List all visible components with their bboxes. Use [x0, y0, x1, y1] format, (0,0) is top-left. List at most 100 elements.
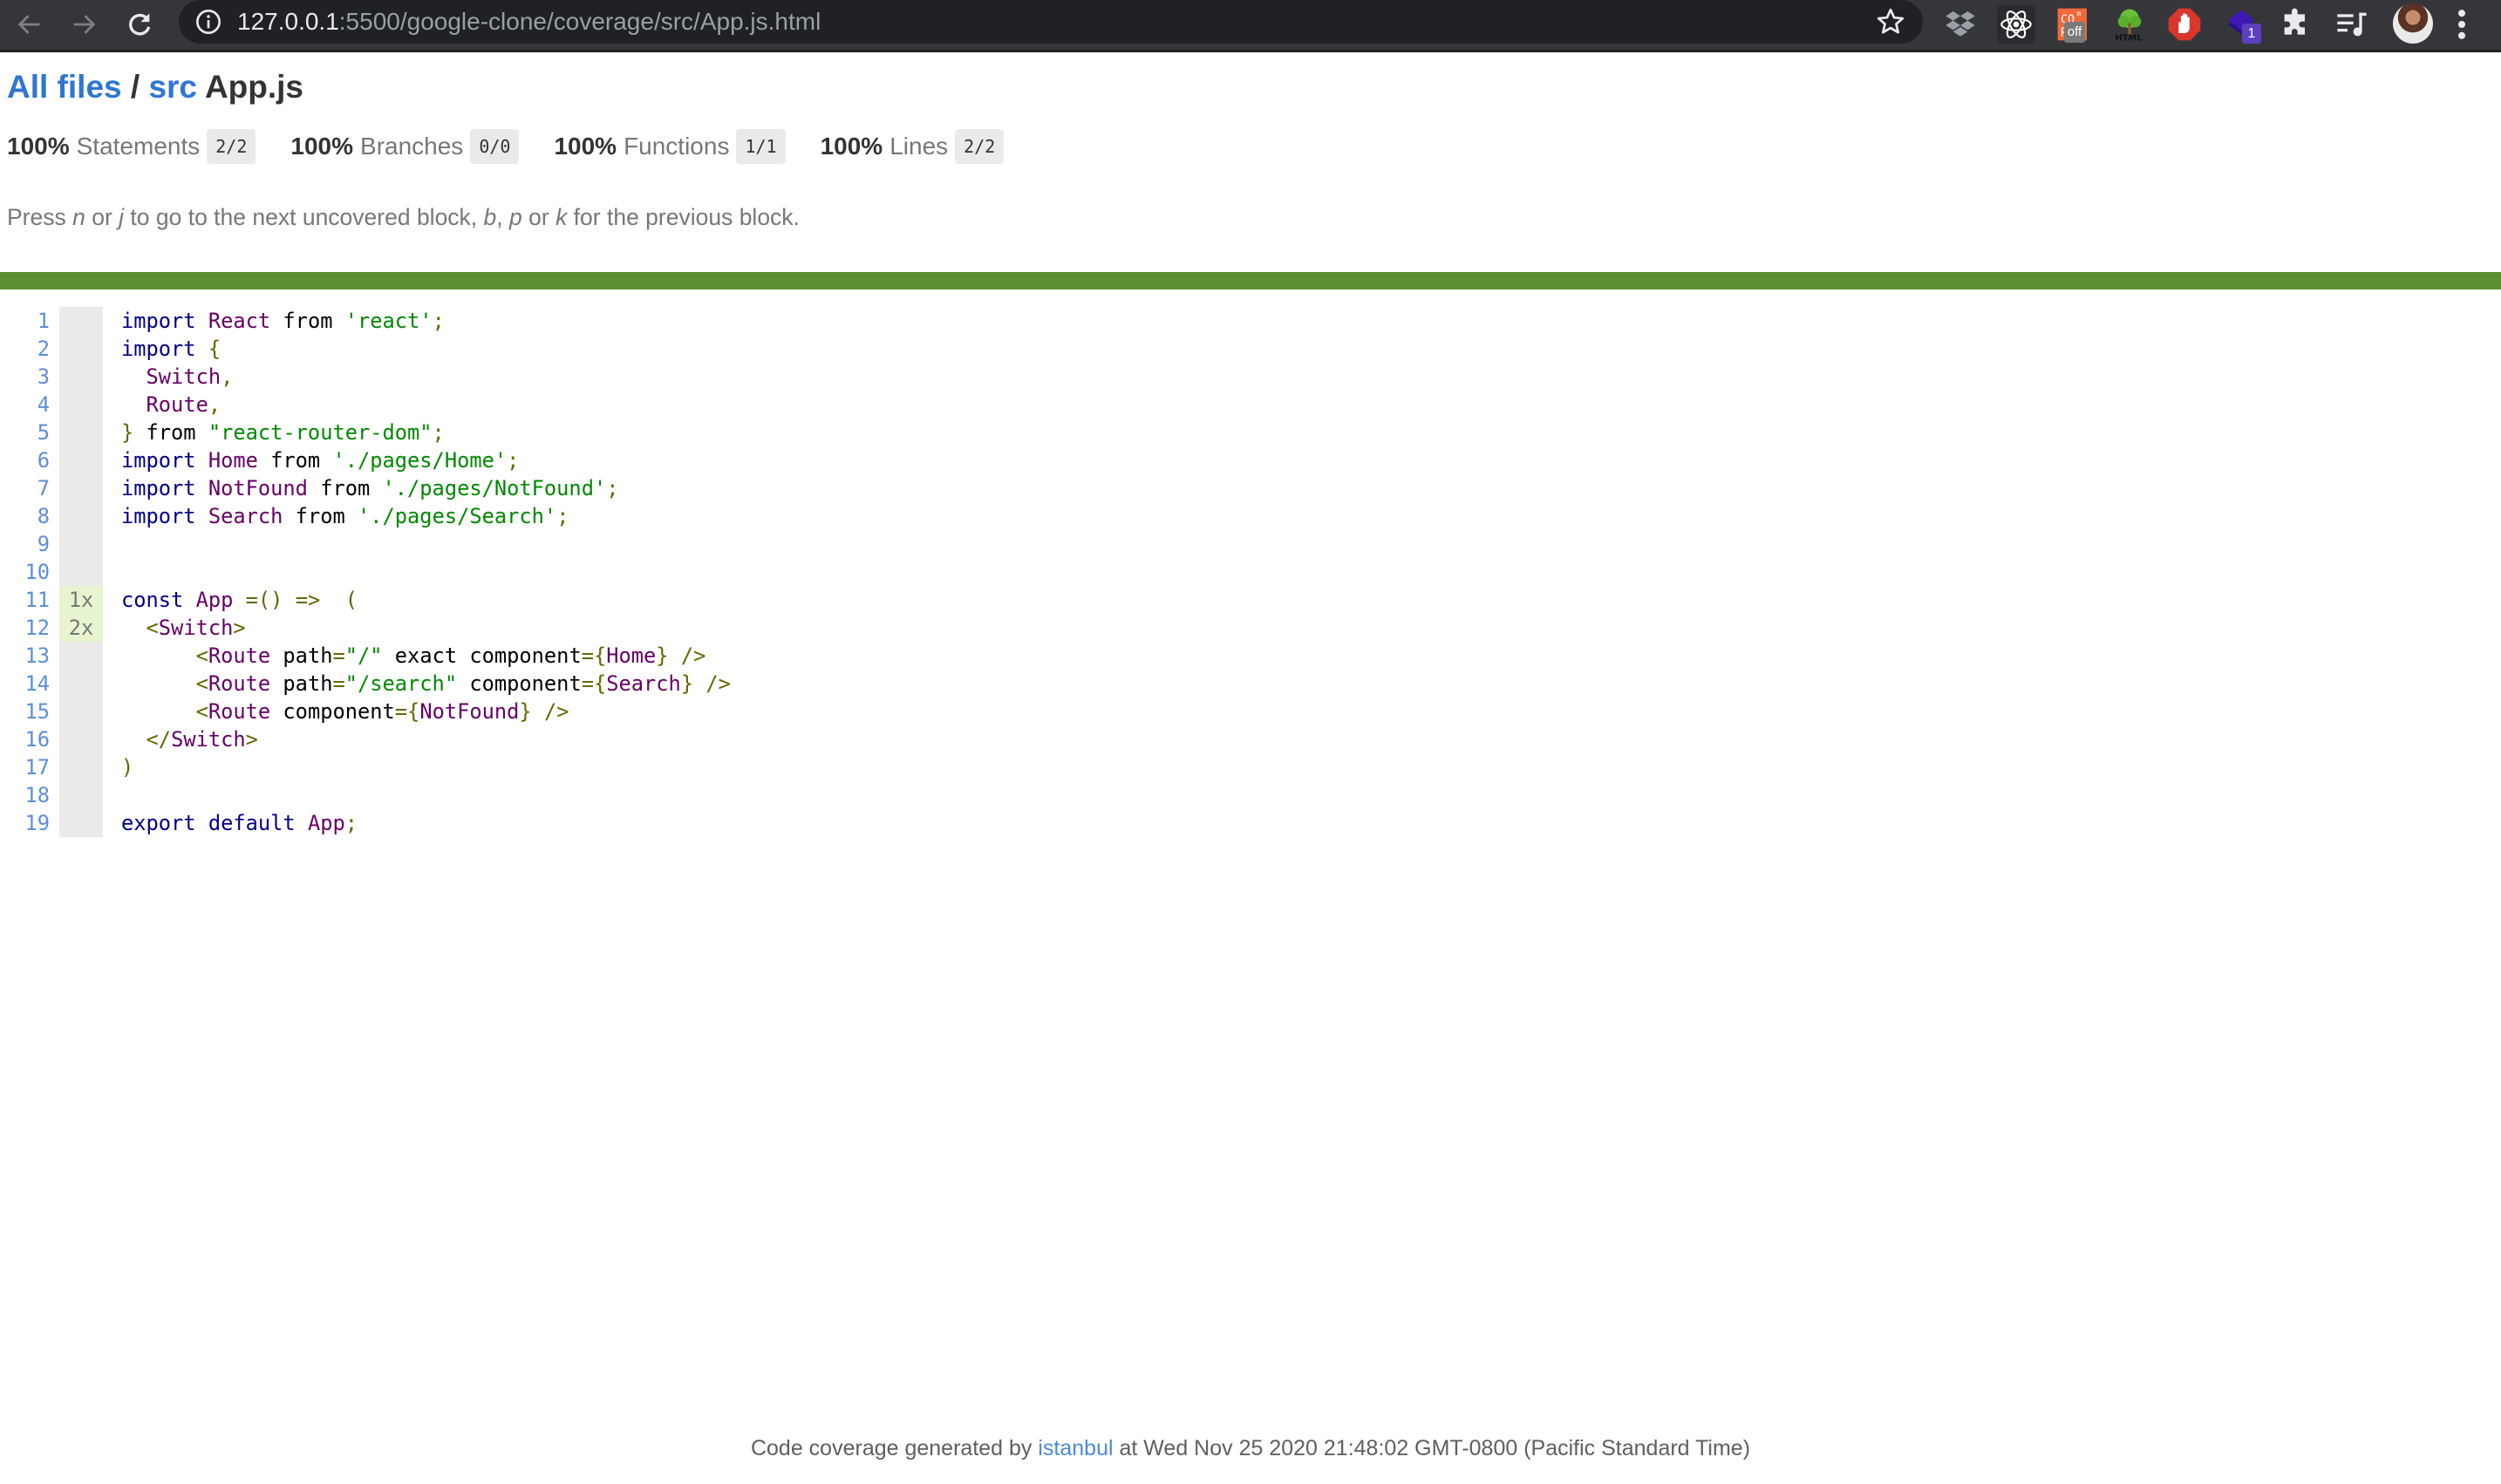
- line-number-link[interactable]: 19: [0, 809, 50, 837]
- code-token: from: [270, 309, 345, 333]
- breadcrumb-src-link[interactable]: src: [148, 69, 197, 105]
- line-number-link[interactable]: 15: [0, 698, 50, 725]
- code-token: ;: [556, 504, 569, 528]
- hit-count: [59, 725, 103, 753]
- menu-kebab-icon[interactable]: [2450, 5, 2473, 44]
- line-number-link[interactable]: 3: [0, 363, 50, 391]
- html-tree-icon: HTML: [2115, 9, 2143, 42]
- code-token: ,: [221, 364, 234, 389]
- footer-timestamp: at Wed Nov 25 2020 21:48:02 GMT-0800 (Pa…: [1113, 1436, 1751, 1460]
- forward-button[interactable]: [65, 5, 103, 44]
- code-token: }: [121, 420, 134, 445]
- hit-count: [59, 558, 103, 586]
- code-line: 10: [0, 558, 731, 586]
- code-token: Home: [606, 643, 657, 668]
- code-token: =>: [295, 588, 321, 612]
- adblock-extension[interactable]: [2165, 5, 2204, 44]
- line-number-link[interactable]: 16: [0, 725, 50, 753]
- dropbox-icon: [1946, 11, 1975, 37]
- file-name: App.js: [204, 69, 303, 105]
- back-button[interactable]: [10, 5, 49, 44]
- keyboard-help-text: Press n or j to go to the next uncovered…: [7, 201, 800, 234]
- source-line: import {: [121, 335, 221, 363]
- html-tree-extension[interactable]: HTML: [2110, 5, 2149, 44]
- line-number-link[interactable]: 2: [0, 335, 50, 363]
- url-host: 127.0.0.1: [237, 8, 339, 35]
- hit-count: [59, 391, 103, 419]
- line-number-link[interactable]: 8: [0, 502, 50, 530]
- code-token: 'react': [344, 309, 433, 333]
- media-control-button[interactable]: [2333, 5, 2371, 44]
- react-devtools-extension[interactable]: [1997, 5, 2035, 44]
- code-token: {: [208, 337, 221, 361]
- line-number-link[interactable]: 1: [0, 307, 50, 335]
- line-number-link[interactable]: 7: [0, 474, 50, 502]
- code-token: React: [208, 309, 271, 333]
- source-line: <Route path="/" exact component={Home} /…: [121, 642, 706, 670]
- forward-arrow-icon: [73, 15, 96, 34]
- coverage-status-bar: [0, 272, 2501, 289]
- hit-count: 1x: [59, 586, 103, 614]
- code-token: NotFound: [208, 476, 308, 500]
- dropbox-extension[interactable]: [1941, 5, 1980, 44]
- line-number-link[interactable]: 4: [0, 391, 50, 419]
- code-token: "/": [344, 643, 383, 668]
- code-token: >: [245, 727, 258, 752]
- bookmark-star-icon[interactable]: [1875, 6, 1906, 37]
- hit-count: [59, 809, 103, 837]
- stat-fraction-badge: 0/0: [470, 129, 520, 164]
- code-token: import: [121, 476, 196, 500]
- source-line: Switch,: [121, 363, 234, 391]
- site-info-icon[interactable]: [194, 8, 222, 36]
- stat-statements: 100% Statements 2/2: [7, 129, 256, 164]
- code-token: path: [270, 643, 333, 668]
- code-line: 13 <Route path="/" exact component={Home…: [0, 642, 731, 670]
- hit-count: [59, 335, 103, 363]
- code-token: from: [283, 504, 358, 528]
- breadcrumb-all-files-link[interactable]: All files: [7, 69, 122, 105]
- code-token: Route: [208, 643, 271, 668]
- code-line: 2 import {: [0, 335, 731, 363]
- line-number-link[interactable]: 12: [0, 614, 50, 642]
- code-line: 7 import NotFound from './pages/NotFound…: [0, 474, 731, 502]
- istanbul-link[interactable]: istanbul: [1038, 1436, 1113, 1460]
- help-key: b: [483, 204, 497, 230]
- extensions-button[interactable]: [2277, 5, 2315, 44]
- help-key: n: [72, 204, 85, 230]
- line-number-link[interactable]: 9: [0, 530, 50, 558]
- stat-fraction-badge: 1/1: [736, 129, 786, 164]
- line-number-link[interactable]: 10: [0, 558, 50, 586]
- line-number-link[interactable]: 6: [0, 446, 50, 474]
- reload-button[interactable]: [120, 5, 159, 44]
- code-line: 9: [0, 530, 731, 558]
- line-number-link[interactable]: 14: [0, 670, 50, 698]
- code-line: 4 Route,: [0, 391, 731, 419]
- line-number-link[interactable]: 18: [0, 781, 50, 809]
- source-line: <Route component={NotFound} />: [121, 698, 569, 725]
- stat-label: Lines: [889, 133, 949, 160]
- code-line: 16 </Switch>: [0, 725, 731, 753]
- code-token: ,: [208, 392, 221, 417]
- line-number-link[interactable]: 17: [0, 753, 50, 781]
- help-text: or: [521, 204, 556, 230]
- stat-label: Branches: [360, 133, 464, 160]
- code-token: import: [121, 504, 196, 528]
- code-line: 19 export default App;: [0, 809, 731, 837]
- line-number-link[interactable]: 5: [0, 419, 50, 446]
- help-text: to go to the next uncovered block,: [124, 204, 484, 230]
- source-line: import NotFound from './pages/NotFound';: [121, 474, 618, 502]
- url-text[interactable]: 127.0.0.1:5500/google-clone/coverage/src…: [237, 5, 821, 38]
- line-number-link[interactable]: 11: [0, 586, 50, 614]
- code-token: component: [457, 671, 582, 696]
- line-number-link[interactable]: 13: [0, 642, 50, 670]
- profile-avatar[interactable]: [2393, 3, 2433, 44]
